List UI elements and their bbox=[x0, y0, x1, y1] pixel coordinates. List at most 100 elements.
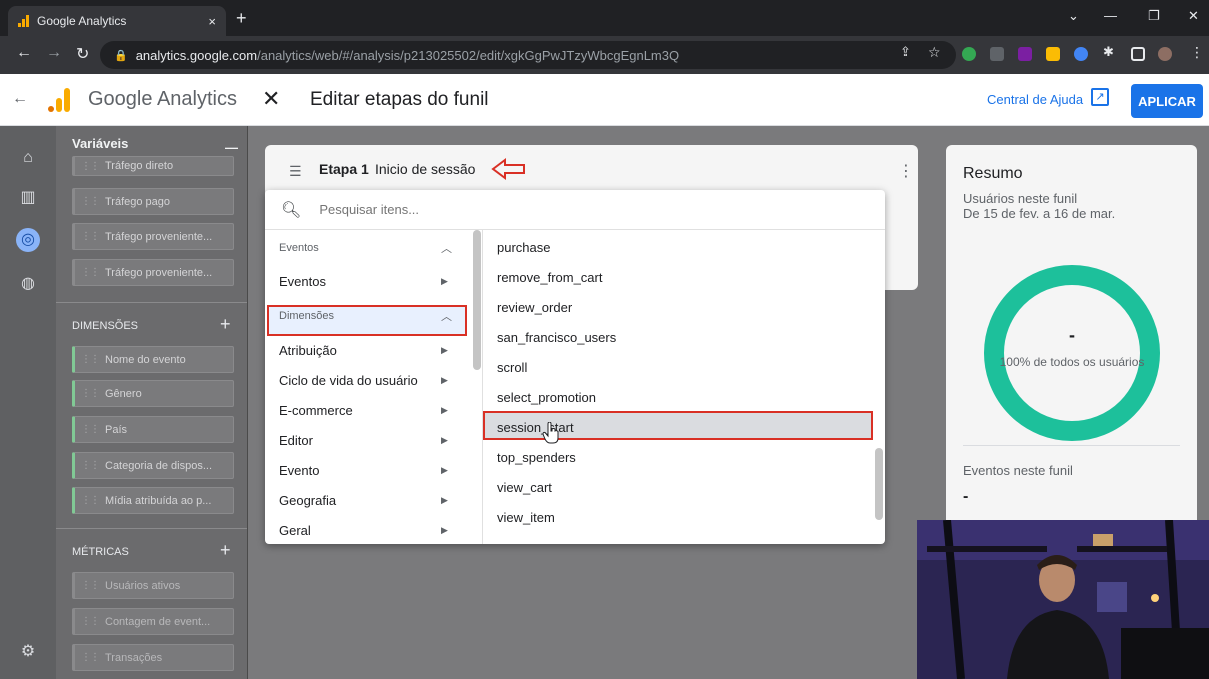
restore-icon[interactable]: ❐ bbox=[1148, 8, 1160, 24]
drag-handle-icon[interactable]: ⋮⋮ bbox=[81, 161, 100, 172]
category-item[interactable]: E-commerce ▶ bbox=[279, 403, 469, 418]
drag-handle-icon[interactable]: ⋮⋮ bbox=[81, 580, 100, 591]
variables-title: Variáveis bbox=[72, 136, 129, 151]
sidebar-icon[interactable] bbox=[1131, 47, 1145, 61]
advertising-icon[interactable]: ◍ bbox=[16, 272, 40, 296]
event-item[interactable]: select_promotion bbox=[497, 390, 596, 405]
metric-label: Contagem de event... bbox=[105, 615, 211, 628]
drag-handle-icon[interactable]: ⋮⋮ bbox=[81, 388, 100, 399]
events-in-funnel-label: Eventos neste funil bbox=[963, 463, 1073, 478]
back-icon[interactable]: ← bbox=[16, 44, 32, 62]
drag-handle-icon[interactable]: ⋮⋮ bbox=[81, 424, 100, 435]
add-dimension-icon[interactable]: + bbox=[220, 314, 231, 335]
segment-label: Tráfego proveniente... bbox=[105, 230, 213, 243]
home-icon[interactable]: ⌂ bbox=[16, 146, 40, 170]
event-item[interactable]: remove_from_cart bbox=[497, 270, 602, 285]
search-input[interactable] bbox=[319, 202, 720, 217]
category-item[interactable]: Atribuição ▶ bbox=[279, 343, 469, 358]
event-item-selected[interactable]: session_start bbox=[497, 420, 574, 435]
step-more-icon[interactable]: ⋮ bbox=[898, 161, 914, 181]
help-center-link[interactable]: Central de Ajuda bbox=[987, 92, 1083, 107]
category-scrollbar[interactable] bbox=[473, 230, 481, 370]
event-scrollbar[interactable] bbox=[875, 448, 883, 520]
events-in-funnel-value: - bbox=[963, 488, 969, 505]
add-metric-icon[interactable]: + bbox=[220, 540, 231, 561]
drag-handle-icon[interactable]: ⋮⋮ bbox=[81, 495, 100, 506]
reload-icon[interactable]: ↻ bbox=[76, 44, 89, 64]
event-item[interactable]: san_francisco_users bbox=[497, 330, 616, 345]
window-close-icon[interactable]: ✕ bbox=[1188, 8, 1199, 24]
step-name[interactable]: Inicio de sessão bbox=[375, 161, 475, 177]
dimension-label: Gênero bbox=[105, 387, 142, 400]
dimension-chip[interactable]: ⋮⋮ Nome do evento bbox=[72, 346, 234, 373]
category-item-eventos[interactable]: Eventos ▶ bbox=[279, 274, 469, 289]
category-label: Geral bbox=[279, 523, 311, 538]
segment-chip[interactable]: ⋮⋮ Tráfego proveniente... bbox=[72, 259, 234, 286]
category-item[interactable]: Evento ▶ bbox=[279, 463, 469, 478]
category-column: Eventos ︿ Eventos ▶ Dimensões ︿ Atribuiçã… bbox=[265, 230, 483, 544]
event-item[interactable]: purchase bbox=[497, 240, 550, 255]
puzzle-icon[interactable]: ✱ bbox=[1103, 44, 1114, 60]
drag-handle-icon[interactable]: ⋮⋮ bbox=[81, 354, 100, 365]
open-external-icon[interactable]: ↗ bbox=[1091, 88, 1109, 106]
events-group-header[interactable]: Eventos bbox=[279, 242, 319, 254]
metric-chip[interactable]: ⋮⋮ Transações bbox=[72, 644, 234, 671]
collapse-panel-icon[interactable]: — bbox=[225, 140, 238, 155]
event-item[interactable]: view_item bbox=[497, 510, 555, 525]
ga-favicon-icon bbox=[18, 15, 29, 27]
explore-icon[interactable]: ◎ bbox=[16, 228, 40, 252]
drag-handle-icon[interactable]: ⋮⋮ bbox=[81, 231, 100, 242]
minimize-icon[interactable]: — bbox=[1104, 8, 1117, 23]
category-item[interactable]: Geografia ▶ bbox=[279, 493, 469, 508]
dimension-chip[interactable]: ⋮⋮ Mídia atribuída ao p... bbox=[72, 487, 234, 514]
tab-search-icon[interactable]: ⌄ bbox=[1068, 8, 1079, 24]
app-name: Google Analytics bbox=[88, 88, 237, 110]
profile-avatar[interactable] bbox=[1158, 47, 1172, 61]
reorder-icon[interactable]: ☰ bbox=[289, 163, 302, 180]
dimensions-group-header[interactable]: Dimensões bbox=[279, 310, 334, 322]
drag-handle-icon[interactable]: ⋮⋮ bbox=[81, 460, 100, 471]
new-tab-icon[interactable]: + bbox=[236, 8, 247, 29]
settings-gear-icon[interactable]: ⚙ bbox=[16, 640, 40, 664]
extension-icon[interactable] bbox=[1074, 47, 1088, 61]
metric-chip[interactable]: ⋮⋮ Usuários ativos bbox=[72, 572, 234, 599]
url-bar[interactable]: 🔒 analytics.google.com/analytics/web/#/a… bbox=[100, 41, 956, 69]
forward-icon[interactable]: → bbox=[46, 44, 62, 62]
extension-icon[interactable] bbox=[1046, 47, 1060, 61]
segment-chip[interactable]: ⋮⋮ Tráfego direto bbox=[72, 156, 234, 176]
browser-menu-icon[interactable]: ⋮ bbox=[1190, 44, 1204, 61]
dimension-chip[interactable]: ⋮⋮ Gênero bbox=[72, 380, 234, 407]
url-path: /analytics/web/#/analysis/p213025502/edi… bbox=[257, 47, 680, 63]
share-icon[interactable]: ⇪ bbox=[900, 44, 911, 60]
drag-handle-icon[interactable]: ⋮⋮ bbox=[81, 267, 100, 278]
browser-tab[interactable]: Google Analytics × bbox=[8, 6, 226, 36]
chevron-up-icon[interactable]: ︿ bbox=[441, 240, 452, 256]
apply-button[interactable]: APLICAR bbox=[1131, 84, 1203, 118]
back-arrow-icon[interactable]: ← bbox=[12, 90, 28, 108]
drag-handle-icon[interactable]: ⋮⋮ bbox=[81, 652, 100, 663]
extension-icon[interactable] bbox=[962, 47, 976, 61]
tab-close-icon[interactable]: × bbox=[208, 14, 216, 29]
drag-handle-icon[interactable]: ⋮⋮ bbox=[81, 616, 100, 627]
event-item[interactable]: scroll bbox=[497, 360, 527, 375]
event-item[interactable]: view_cart bbox=[497, 480, 552, 495]
metric-chip[interactable]: ⋮⋮ Contagem de event... bbox=[72, 608, 234, 635]
category-item[interactable]: Geral ▶ bbox=[279, 523, 469, 538]
close-dialog-icon[interactable]: ✕ bbox=[262, 86, 280, 112]
drag-handle-icon[interactable]: ⋮⋮ bbox=[81, 196, 100, 207]
segment-chip[interactable]: ⋮⋮ Tráfego proveniente... bbox=[72, 223, 234, 250]
bookmark-star-icon[interactable]: ☆ bbox=[928, 44, 941, 61]
metrics-label: MÉTRICAS bbox=[72, 546, 129, 558]
extension-icon[interactable] bbox=[1018, 47, 1032, 61]
segment-chip[interactable]: ⋮⋮ Tráfego pago bbox=[72, 188, 234, 215]
dimension-chip[interactable]: ⋮⋮ País bbox=[72, 416, 234, 443]
event-item[interactable]: review_order bbox=[497, 300, 572, 315]
event-item[interactable]: top_spenders bbox=[497, 450, 576, 465]
dimension-chip[interactable]: ⋮⋮ Categoria de dispos... bbox=[72, 452, 234, 479]
reports-icon[interactable]: ▥ bbox=[16, 186, 40, 210]
category-item[interactable]: Ciclo de vida do usuário ▶ bbox=[279, 373, 469, 388]
chevron-right-icon: ▶ bbox=[441, 465, 448, 475]
chevron-up-icon[interactable]: ︿ bbox=[441, 308, 452, 324]
category-item[interactable]: Editor ▶ bbox=[279, 433, 469, 448]
extension-icon[interactable] bbox=[990, 47, 1004, 61]
